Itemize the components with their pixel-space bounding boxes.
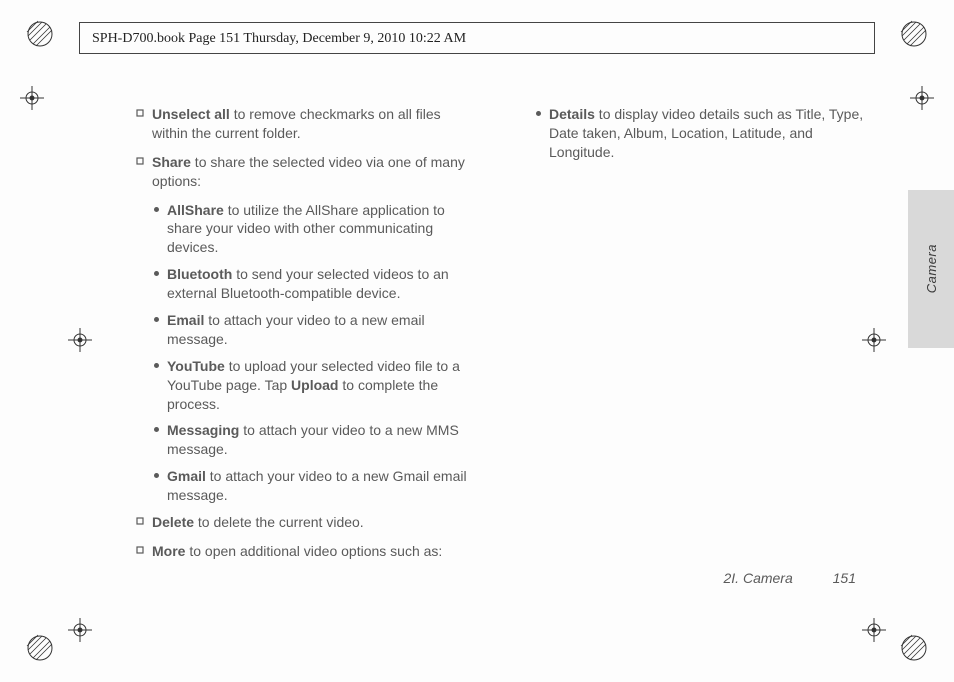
- item-text: to attach your video to a new Gmail emai…: [167, 468, 467, 503]
- content-area: Unselect all to remove checkmarks on all…: [136, 105, 876, 571]
- sublist-item: Bluetooth to send your selected videos t…: [154, 265, 476, 303]
- crosshair-icon: [20, 86, 44, 110]
- item-bold: Email: [167, 312, 204, 328]
- item-bold: Share: [152, 154, 191, 170]
- sublist-item: Email to attach your video to a new emai…: [154, 311, 476, 349]
- item-bold: More: [152, 543, 185, 559]
- square-bullet-icon: [136, 109, 146, 119]
- item-bold: AllShare: [167, 202, 224, 218]
- registration-mark-icon: [900, 634, 928, 662]
- crosshair-icon: [68, 618, 92, 642]
- list-item: Share to share the selected video via on…: [136, 153, 476, 191]
- sublist-item: Details to display video details such as…: [536, 105, 876, 162]
- item-text: to attach your video to a new email mess…: [167, 312, 425, 347]
- dot-bullet-icon: [154, 271, 159, 276]
- right-column: Details to display video details such as…: [536, 105, 876, 571]
- sublist-item: AllShare to utilize the AllShare applica…: [154, 201, 476, 258]
- registration-mark-icon: [900, 20, 928, 48]
- crosshair-icon: [862, 618, 886, 642]
- crosshair-icon: [910, 86, 934, 110]
- crosshair-icon: [68, 328, 92, 352]
- item-text: to share the selected video via one of m…: [152, 154, 465, 189]
- item-bold: Messaging: [167, 422, 239, 438]
- item-bold: Delete: [152, 514, 194, 530]
- footer-section: 2I. Camera: [724, 570, 793, 586]
- item-bold: Upload: [291, 377, 338, 393]
- item-text: to display video details such as Title, …: [549, 106, 863, 160]
- dot-bullet-icon: [536, 111, 541, 116]
- section-side-tab: Camera: [908, 190, 954, 348]
- registration-mark-icon: [26, 20, 54, 48]
- list-item: Delete to delete the current video.: [136, 513, 476, 532]
- left-column: Unselect all to remove checkmarks on all…: [136, 105, 476, 571]
- item-text: to open additional video options such as…: [185, 543, 442, 559]
- item-bold: YouTube: [167, 358, 225, 374]
- header-text: SPH-D700.book Page 151 Thursday, Decembe…: [92, 31, 466, 46]
- dot-bullet-icon: [154, 427, 159, 432]
- item-text: to delete the current video.: [194, 514, 364, 530]
- page-footer: 2I. Camera 151: [724, 570, 857, 586]
- item-bold: Bluetooth: [167, 266, 232, 282]
- page-header-box: SPH-D700.book Page 151 Thursday, Decembe…: [79, 22, 875, 54]
- sublist-item: YouTube to upload your selected video fi…: [154, 357, 476, 414]
- item-bold: Unselect all: [152, 106, 230, 122]
- side-tab-label: Camera: [924, 244, 939, 293]
- registration-mark-icon: [26, 634, 54, 662]
- item-bold: Gmail: [167, 468, 206, 484]
- dot-bullet-icon: [154, 207, 159, 212]
- footer-page-number: 151: [833, 570, 856, 586]
- dot-bullet-icon: [154, 317, 159, 322]
- dot-bullet-icon: [154, 473, 159, 478]
- dot-bullet-icon: [154, 363, 159, 368]
- sublist-item: Gmail to attach your video to a new Gmai…: [154, 467, 476, 505]
- list-item: Unselect all to remove checkmarks on all…: [136, 105, 476, 143]
- sublist-item: Messaging to attach your video to a new …: [154, 421, 476, 459]
- square-bullet-icon: [136, 517, 146, 527]
- list-item: More to open additional video options su…: [136, 542, 476, 561]
- item-bold: Details: [549, 106, 595, 122]
- square-bullet-icon: [136, 157, 146, 167]
- square-bullet-icon: [136, 546, 146, 556]
